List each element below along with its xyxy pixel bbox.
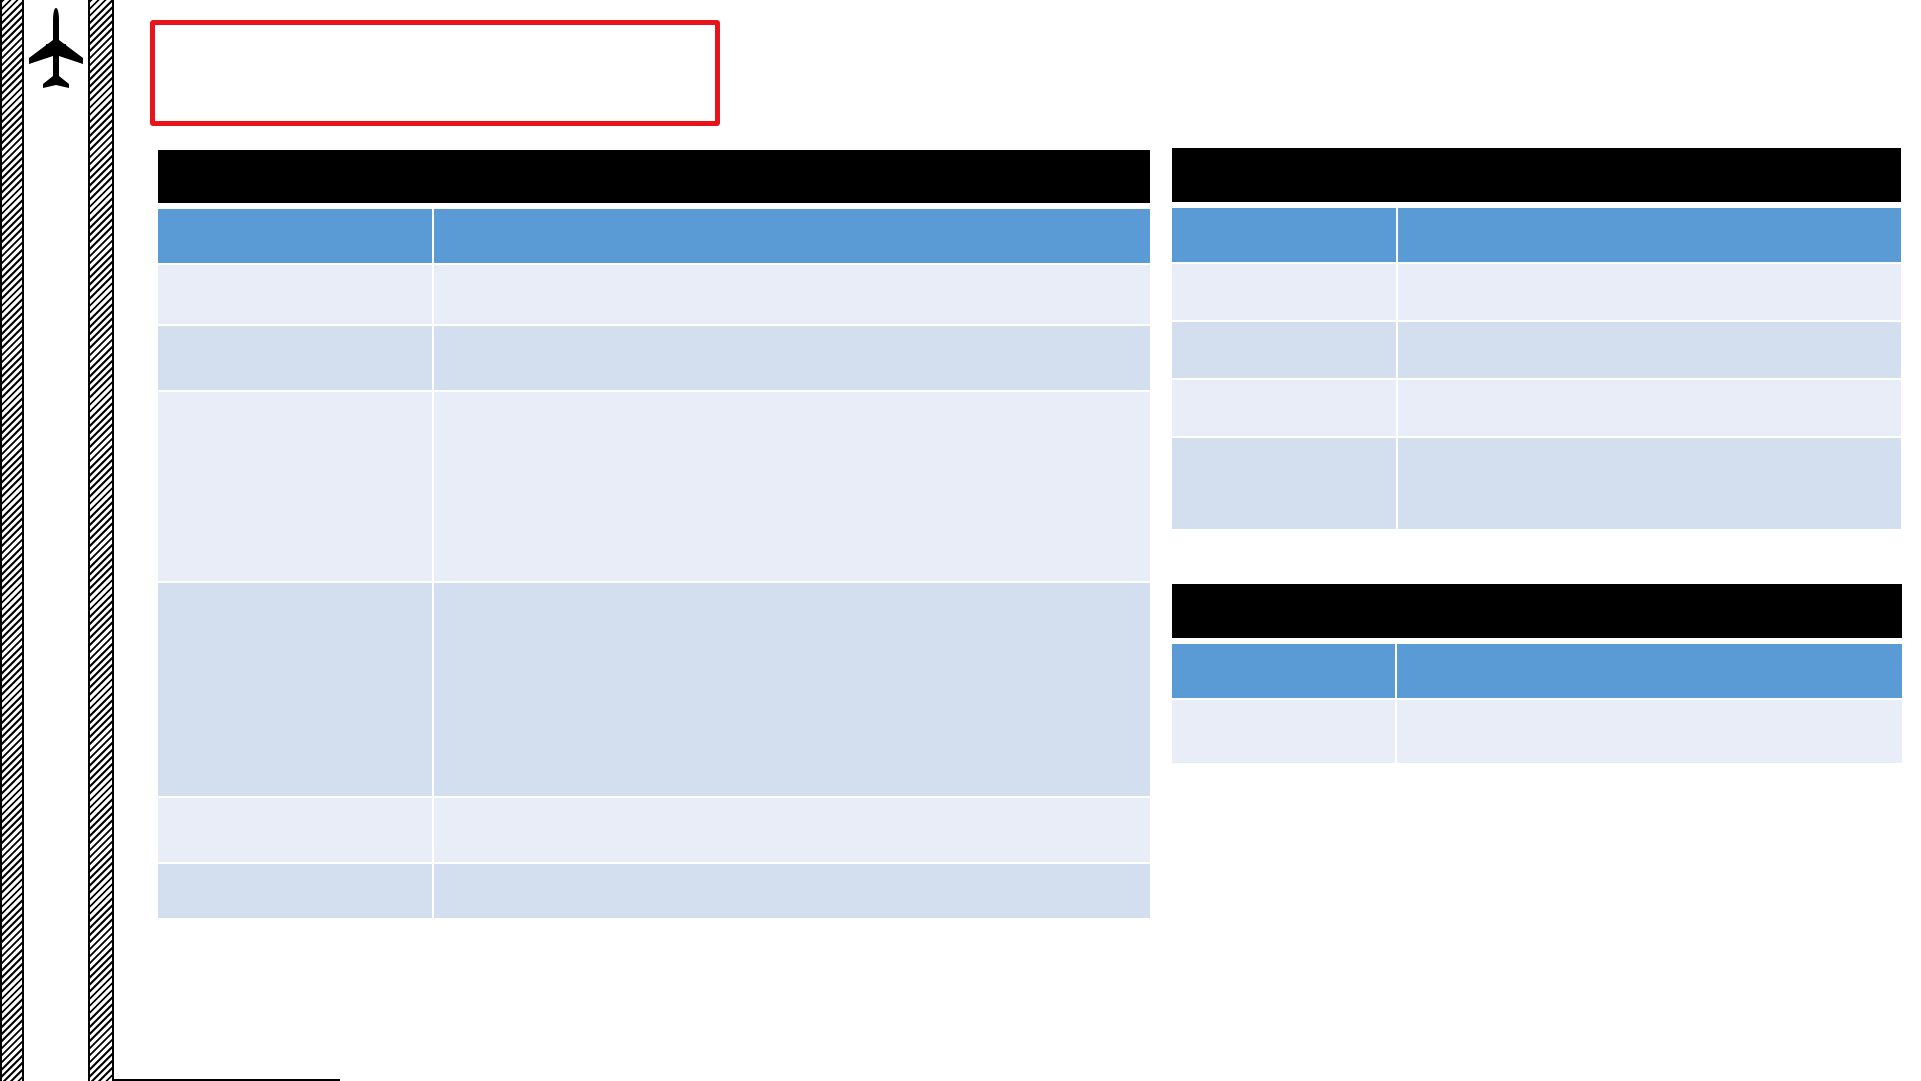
table-cell: [1396, 438, 1901, 529]
table-row: [1172, 700, 1902, 763]
table-row: [158, 265, 1150, 326]
table-cell: [432, 864, 1150, 918]
table-row: [1172, 264, 1901, 322]
table-cell: [158, 864, 432, 918]
table-cell: [1172, 700, 1395, 763]
right-hatched-rail: [88, 0, 114, 1081]
table-cell: [1172, 438, 1396, 529]
table-cell: [432, 392, 1150, 693]
table-row: [1172, 380, 1901, 438]
table-row: [1172, 322, 1901, 380]
table-cell: [432, 583, 1150, 884]
left-table: [158, 150, 1150, 918]
table-row: [158, 864, 1150, 918]
table-row: [158, 583, 1150, 884]
airplane-icon: [29, 8, 83, 88]
right-bottom-table-header-row: [1172, 644, 1902, 700]
left-table-title: [158, 150, 1150, 203]
table-cell: [158, 326, 432, 390]
table-cell: [432, 265, 1150, 324]
table-row: [158, 326, 1150, 392]
table-cell: [432, 798, 1150, 862]
left-table-header-col1: [158, 209, 432, 263]
right-bottom-table-header-col2: [1395, 644, 1902, 698]
table-cell: [1395, 700, 1902, 763]
table-row: [1172, 438, 1901, 529]
table-cell: [158, 392, 432, 581]
right-bottom-table: [1172, 584, 1902, 763]
right-top-table-header-col1: [1172, 208, 1396, 262]
table-cell: [1396, 322, 1901, 378]
table-cell: [1396, 264, 1901, 320]
table-row: [158, 392, 1150, 693]
table-cell: [1172, 322, 1396, 378]
table-cell: [158, 265, 432, 324]
table-cell: [158, 583, 432, 796]
table-cell: [432, 326, 1150, 390]
right-top-table-header-col2: [1396, 208, 1901, 262]
right-top-table-header-row: [1172, 208, 1901, 264]
table-cell: [1172, 264, 1396, 320]
left-hatched-rail: [0, 0, 24, 1081]
left-table-header-row: [158, 209, 1150, 265]
right-top-table-title: [1172, 148, 1901, 202]
right-bottom-table-title: [1172, 584, 1902, 638]
table-cell: [158, 798, 432, 862]
slide-title-box: [150, 20, 720, 126]
right-bottom-table-header-col1: [1172, 644, 1395, 698]
left-table-header-col2: [432, 209, 1150, 263]
table-cell: [1396, 380, 1901, 436]
right-top-table: [1172, 148, 1901, 529]
table-row: [158, 798, 1150, 864]
table-cell: [1172, 380, 1396, 436]
